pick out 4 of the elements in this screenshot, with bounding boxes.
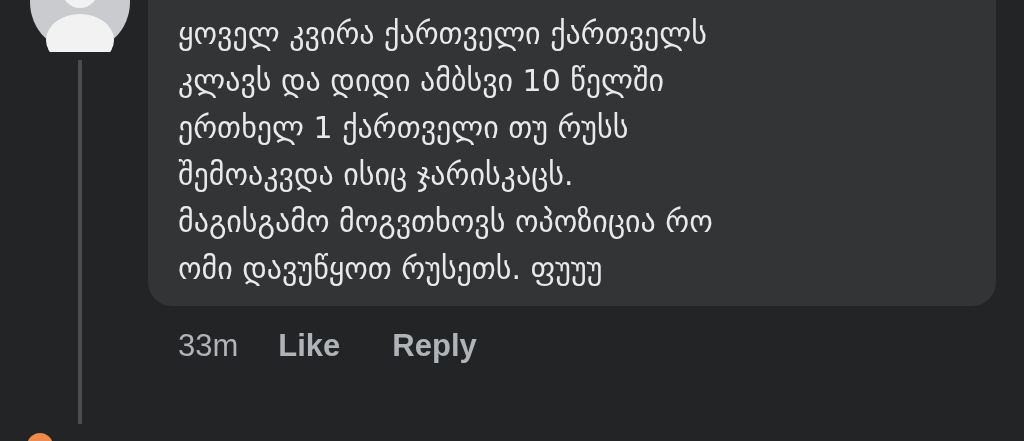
- comment-time: 33m: [178, 328, 239, 364]
- comment-action-link[interactable]: Like: [278, 328, 341, 364]
- comment-action-link[interactable]: Reply: [392, 328, 477, 364]
- comment-text: ყოველ კვირა ქართველი ქართველს კლავს და დიდი ამბსვი 10 წელში ერთხელ 1 ქართველი თუ რუსს შემოაკვდა ისიც ჯარისკაცს. მაგისგამო მოგვთხოვს ოპოზიცია რო ომი დავუწყოთ რუსეთს. ფუუუ: [178, 15, 714, 288]
